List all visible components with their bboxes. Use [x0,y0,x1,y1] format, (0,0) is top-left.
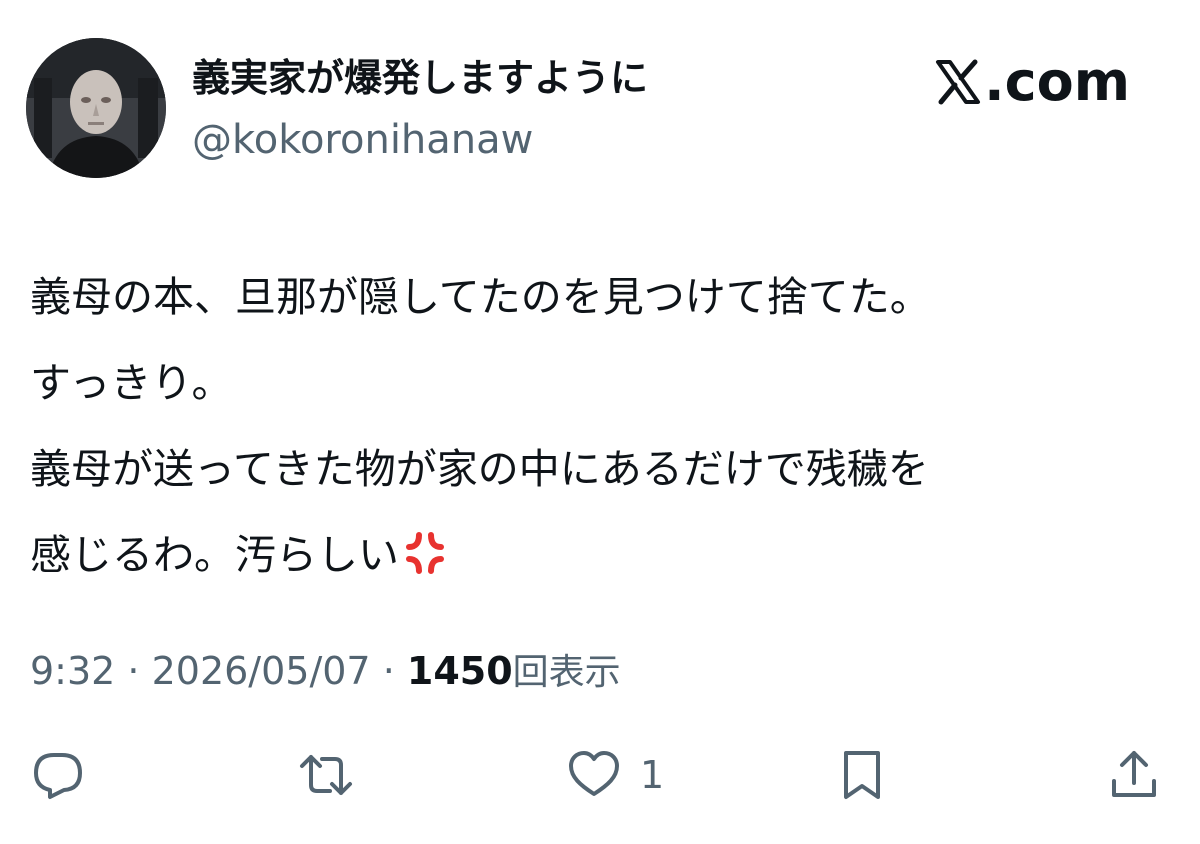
share-icon [1112,751,1156,797]
like-button[interactable]: 1 [566,740,664,810]
user-handle[interactable]: @kokoronihanaw [192,114,533,166]
tweet-text: 義母の本、旦那が隠してたのを見つけて捨てた。 すっきり。 義母が送ってきた物が家… [30,254,1170,598]
views-count: 1450 [406,649,513,693]
x-brand: .com [934,52,1130,112]
brand-text: .com [984,50,1130,113]
repost-icon [300,755,352,795]
tweet-time[interactable]: 9:32 [30,649,115,693]
tweet-line: すっきり。 [30,359,233,407]
views-label: 回表示 [512,652,621,693]
meta-separator: · [115,649,152,693]
repost-button[interactable] [298,740,354,810]
display-name[interactable]: 義実家が爆発しますように [192,52,648,104]
bookmark-icon [844,751,880,799]
tweet-meta: 9:32 · 2026/05/07 · 1450回表示 [30,644,621,700]
anger-symbol-icon [406,532,444,574]
tweet-line: 義母の本、旦那が隠してたのを見つけて捨てた。 [30,273,931,321]
meta-separator: · [370,649,407,693]
action-bar: 1 [0,740,1200,810]
like-count: 1 [640,753,665,797]
share-button[interactable] [1106,740,1162,810]
x-logo-icon [936,59,981,105]
tweet-line: 義母が送ってきた物が家の中にあるだけで残穢を [30,445,929,493]
tweet-date[interactable]: 2026/05/07 [152,649,371,693]
bookmark-button[interactable] [834,740,890,810]
avatar-image [26,38,166,178]
avatar[interactable] [26,38,166,178]
reply-button[interactable] [30,740,86,810]
heart-icon [569,751,619,796]
tweet-line-text: 感じるわ。汚らしい [30,531,399,579]
reply-icon [34,753,82,799]
tweet-line-last: 感じるわ。汚らしい [30,512,1170,598]
